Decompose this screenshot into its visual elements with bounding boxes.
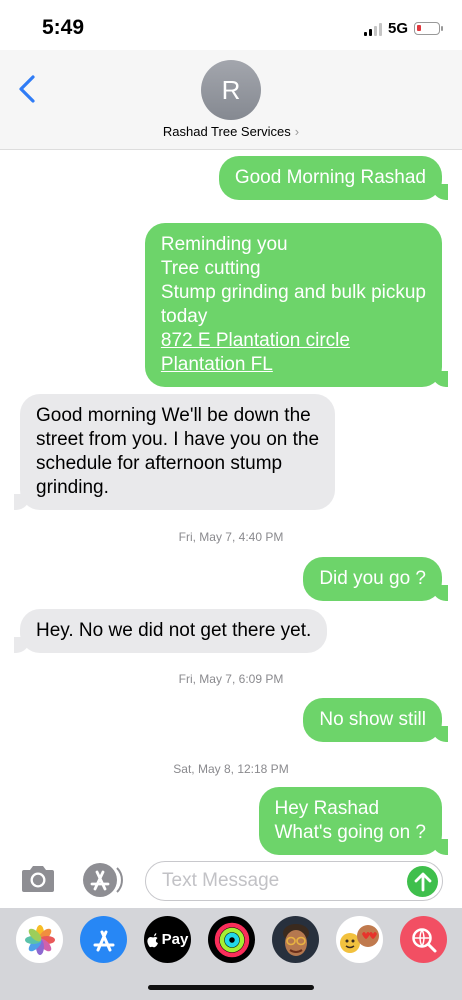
message-line: Tree cutting — [160, 258, 261, 279]
message-timestamp: Sat, May 8, 12:18 PM — [173, 762, 289, 776]
message-received[interactable]: Hey. No we did not get there yet. — [13, 609, 328, 653]
message-sent[interactable]: Reminding you Tree cutting Stump grindin… — [144, 223, 449, 387]
memoji-icon — [282, 923, 309, 956]
address-link[interactable]: Plantation FL — [161, 354, 273, 375]
message-line: No show still — [319, 709, 426, 730]
contact-name-button[interactable]: Rashad Tree Services › — [0, 124, 462, 139]
status-indicators: 5G — [363, 20, 443, 37]
memoji-app-button[interactable] — [272, 916, 319, 963]
status-time: 5:49 — [42, 16, 85, 39]
message-line: grinding. — [36, 477, 109, 498]
back-chevron-icon[interactable] — [16, 74, 40, 104]
message-input[interactable] — [146, 862, 386, 900]
contact-name: Rashad Tree Services — [162, 124, 291, 139]
memoji-stickers-app-button[interactable] — [336, 916, 383, 963]
message-line: What's going on ? — [274, 822, 427, 843]
message-sent[interactable]: No show still — [303, 698, 448, 742]
message-timestamp: Fri, May 7, 6:09 PM — [178, 672, 284, 686]
status-bar: 5:49 5G — [0, 0, 462, 50]
message-line: Good Morning Rashad — [234, 167, 426, 188]
photos-icon — [24, 924, 55, 955]
message-timestamp: Fri, May 7, 4:40 PM — [178, 530, 284, 544]
contact-avatar[interactable]: R — [201, 60, 261, 120]
message-line: Reminding you — [160, 234, 288, 255]
message-line: schedule for afternoon stump — [36, 453, 283, 474]
conversation-header: R Rashad Tree Services › — [0, 50, 462, 150]
message-line: street from you. I have you on the — [36, 429, 320, 450]
message-line: Did you go ? — [319, 568, 426, 589]
message-sent[interactable]: Good Morning Rashad — [218, 156, 449, 200]
send-arrow-icon — [414, 872, 431, 891]
message-text-field[interactable] — [145, 861, 443, 901]
battery-icon — [414, 22, 443, 35]
network-type: 5G — [387, 20, 408, 37]
message-line: Good morning We'll be down the — [36, 405, 311, 426]
message-input-bar — [0, 856, 462, 908]
camera-icon[interactable] — [19, 864, 57, 894]
web-search-app-button[interactable] — [400, 916, 447, 963]
message-sent[interactable]: Did you go ? — [303, 557, 448, 601]
address-link[interactable]: 872 E Plantation circle — [161, 330, 350, 351]
activity-icon — [214, 922, 249, 957]
message-line: Hey Rashad — [274, 798, 380, 819]
app-store-icon[interactable] — [80, 860, 124, 900]
apple-pay-label: Pay — [161, 931, 189, 948]
message-line: Stump grinding and bulk pickup — [160, 282, 426, 303]
apple-pay-icon — [147, 932, 158, 947]
cellular-signal-icon — [363, 22, 382, 36]
home-indicator[interactable] — [148, 985, 314, 990]
apple-pay-app-button[interactable]: Pay — [144, 916, 191, 963]
send-button[interactable] — [407, 866, 438, 897]
message-sent[interactable]: Hey Rashad What's going on ? — [258, 787, 448, 855]
message-line: Hey. No we did not get there yet. — [36, 620, 312, 641]
photos-app-button[interactable] — [16, 916, 63, 963]
chevron-right-icon: › — [294, 124, 300, 139]
app-store-tray-icon — [93, 930, 114, 951]
message-received[interactable]: Good morning We'll be down the street fr… — [13, 394, 336, 510]
web-search-icon — [411, 927, 436, 952]
activity-app-button[interactable] — [208, 916, 255, 963]
app-store-app-button[interactable] — [80, 916, 127, 963]
memoji-stickers-icon — [339, 924, 379, 953]
avatar-initial: R — [221, 74, 241, 105]
message-line: today — [160, 306, 208, 327]
